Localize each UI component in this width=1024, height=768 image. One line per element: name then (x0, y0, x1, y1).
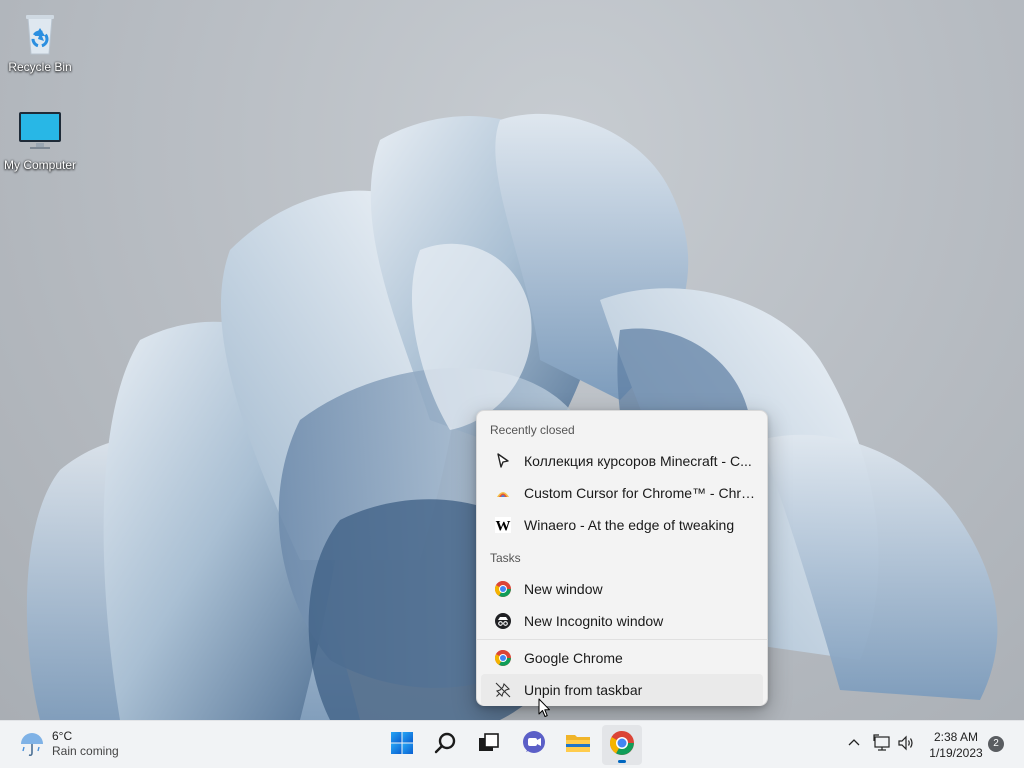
unpin-from-taskbar[interactable]: Unpin from taskbar (481, 674, 763, 706)
file-explorer-button[interactable] (558, 725, 598, 765)
folder-icon (565, 731, 591, 760)
volume-button[interactable] (896, 735, 916, 755)
chrome-taskbar-button[interactable] (602, 725, 642, 765)
task-label: New Incognito window (524, 613, 664, 629)
chrome-icon (609, 730, 634, 760)
desktop-icon-label: Recycle Bin (8, 60, 72, 74)
custom-cursor-icon (495, 485, 511, 501)
chrome-icon (495, 650, 511, 666)
jumplist-divider (477, 639, 767, 640)
recent-item-label: Winaero - At the edge of tweaking (524, 517, 735, 533)
weather-temperature: 6°C (52, 729, 73, 743)
unpin-label: Unpin from taskbar (524, 682, 643, 698)
windows-logo-icon (390, 731, 414, 760)
winaero-w-icon: W (495, 517, 511, 533)
recent-item-custom-cursor[interactable]: Custom Cursor for Chrome™ - Chro... (481, 477, 763, 509)
mouse-pointer-icon (538, 698, 552, 723)
weather-widget[interactable]: 6°C Rain coming (18, 729, 119, 759)
recycle-bin-icon (16, 10, 64, 58)
start-button[interactable] (382, 725, 422, 765)
monitor-icon (16, 108, 64, 156)
desktop-icon-recycle-bin[interactable]: Recycle Bin (0, 10, 80, 74)
weather-condition: Rain coming (52, 744, 119, 758)
clock-time: 2:38 AM (933, 730, 979, 744)
clock-date: 1/19/2023 (929, 746, 983, 760)
task-new-window[interactable]: New window (481, 573, 763, 605)
recent-item-minecraft-cursors[interactable]: Коллекция курсоров Minecraft - C... (481, 445, 763, 477)
task-view-icon (476, 731, 500, 760)
chrome-jump-list: Recently closed Коллекция курсоров Minec… (476, 410, 768, 706)
taskbar: 6°C Rain coming 2:38 AM 1/19/2023 (0, 720, 1024, 768)
clock[interactable]: 2:38 AM 1/19/2023 (926, 729, 986, 761)
task-view-button[interactable] (468, 725, 508, 765)
cursor-arrow-icon (495, 453, 511, 469)
desktop-icon-label: My Computer (3, 158, 77, 172)
teams-chat-button[interactable] (514, 725, 554, 765)
notification-count-badge[interactable]: 2 (988, 736, 1004, 752)
teams-chat-icon (521, 730, 547, 761)
recent-item-label: Custom Cursor for Chrome™ - Chro... (524, 485, 756, 501)
svg-text:W: W (496, 519, 511, 534)
recent-item-label: Коллекция курсоров Minecraft - C... (524, 453, 752, 469)
network-button[interactable] (872, 733, 892, 757)
speaker-icon (897, 734, 915, 757)
search-icon (434, 731, 458, 760)
recently-closed-header: Recently closed (490, 423, 575, 437)
unpin-icon (495, 682, 511, 698)
incognito-icon (495, 613, 511, 629)
desktop-icon-my-computer[interactable]: My Computer (0, 108, 80, 172)
show-hidden-icons-button[interactable] (844, 735, 864, 755)
chrome-icon (495, 581, 511, 597)
tasks-header: Tasks (490, 551, 521, 565)
network-icon (873, 733, 891, 757)
launch-google-chrome[interactable]: Google Chrome (481, 642, 763, 674)
rain-umbrella-icon (18, 730, 46, 758)
chevron-up-icon (847, 736, 861, 755)
task-label: New window (524, 581, 603, 597)
recent-item-winaero[interactable]: W Winaero - At the edge of tweaking (481, 509, 763, 541)
app-label: Google Chrome (524, 650, 623, 666)
search-button[interactable] (426, 725, 466, 765)
task-new-incognito-window[interactable]: New Incognito window (481, 605, 763, 637)
